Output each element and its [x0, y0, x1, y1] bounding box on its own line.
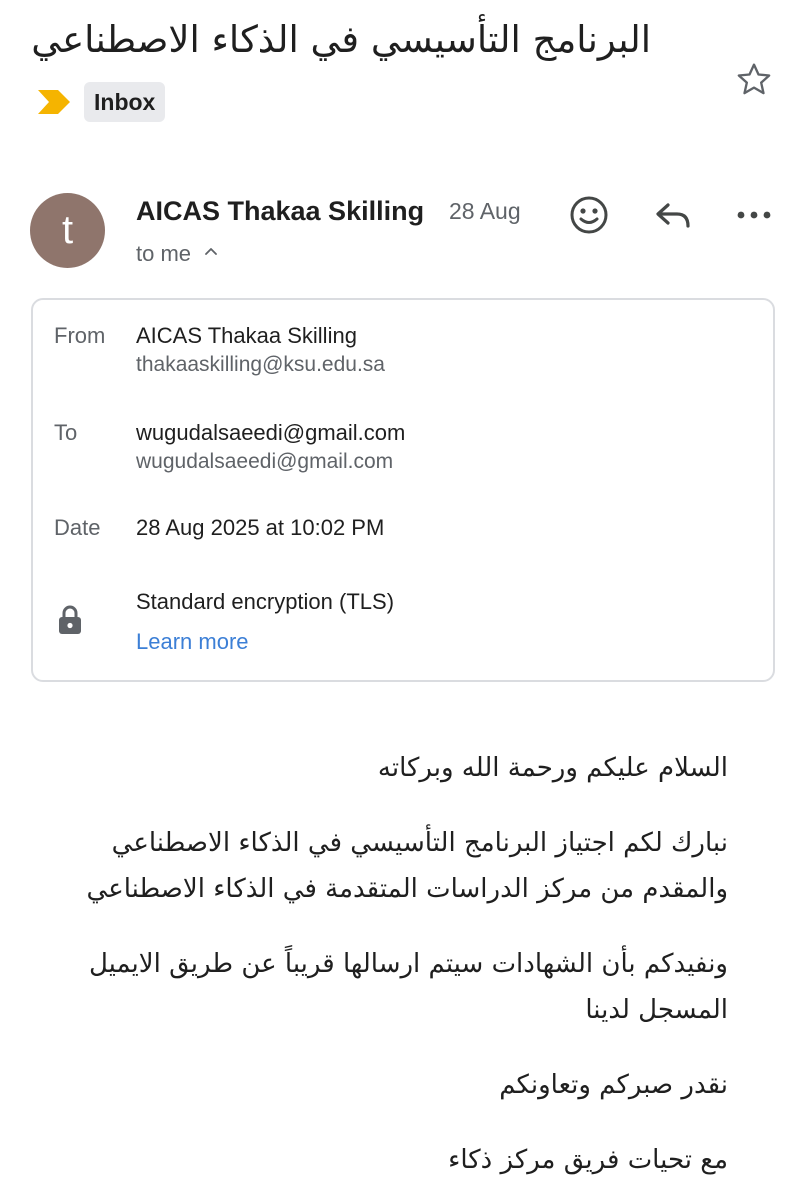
body-line: المسجل لدينا	[585, 995, 728, 1025]
chevron-up-icon	[205, 248, 218, 255]
inbox-label-chip[interactable]: Inbox	[84, 82, 166, 122]
email-subject: البرنامج التأسيسي في الذكاء الاصطناعي	[31, 18, 651, 61]
star-icon[interactable]	[734, 60, 774, 100]
body-line: نبارك لكم اجتياز البرنامج التأسيسي في ال…	[111, 828, 728, 858]
learn-more-link[interactable]: Learn more	[136, 627, 249, 657]
to-name: wugudalsaeedi@gmail.com	[136, 420, 406, 445]
recipient-toggle[interactable]: to me	[136, 239, 219, 269]
email-date: 28 Aug	[449, 198, 521, 224]
body-paragraph-signature: مع تحيات فريق مركز ذكاء	[28, 1137, 728, 1183]
date-label: Date	[54, 515, 101, 540]
from-name: AICAS Thakaa Skilling	[136, 323, 357, 348]
emoji-reaction-icon[interactable]	[567, 193, 611, 237]
reply-icon[interactable]	[651, 193, 695, 237]
email-view: البرنامج التأسيسي في الذكاء الاصطناعي In…	[0, 0, 807, 1200]
from-email[interactable]: thakaaskilling@ksu.edu.sa	[136, 351, 385, 379]
message-details-card: From AICAS Thakaa Skilling thakaaskillin…	[31, 298, 775, 682]
recipient-text: to me	[136, 241, 192, 266]
body-paragraph-greeting: السلام عليكم ورحمة الله وبركاته	[28, 745, 728, 791]
sender-name: AICAS Thakaa Skilling	[136, 196, 425, 226]
email-body: السلام عليكم ورحمة الله وبركاته نبارك لك…	[28, 745, 728, 1200]
from-label: From	[54, 323, 106, 348]
body-line: السلام عليكم ورحمة الله وبركاته	[377, 753, 728, 783]
body-paragraph-congratulations: نبارك لكم اجتياز البرنامج التأسيسي في ال…	[28, 820, 728, 912]
encryption-status: Standard encryption (TLS)	[136, 589, 395, 614]
body-line: والمقدم من مركز الدراسات المتقدمة في الذ…	[86, 874, 728, 904]
body-line: ونفيدكم بأن الشهادات سيتم ارسالها قريباً…	[88, 949, 728, 979]
body-paragraph-certificates: ونفيدكم بأن الشهادات سيتم ارسالها قريباً…	[28, 941, 728, 1033]
more-options-icon[interactable]	[732, 193, 776, 237]
to-label: To	[54, 420, 78, 445]
to-email[interactable]: wugudalsaeedi@gmail.com	[136, 448, 393, 476]
lock-icon	[59, 605, 81, 634]
sender-avatar: t	[30, 193, 105, 268]
body-paragraph-thanks: نقدر صبركم وتعاونكم	[28, 1062, 728, 1108]
body-line: نقدر صبركم وتعاونكم	[499, 1070, 728, 1100]
important-marker-icon	[38, 90, 70, 114]
date-value: 28 Aug 2025 at 10:02 PM	[136, 515, 385, 540]
body-line: مع تحيات فريق مركز ذكاء	[448, 1145, 728, 1175]
